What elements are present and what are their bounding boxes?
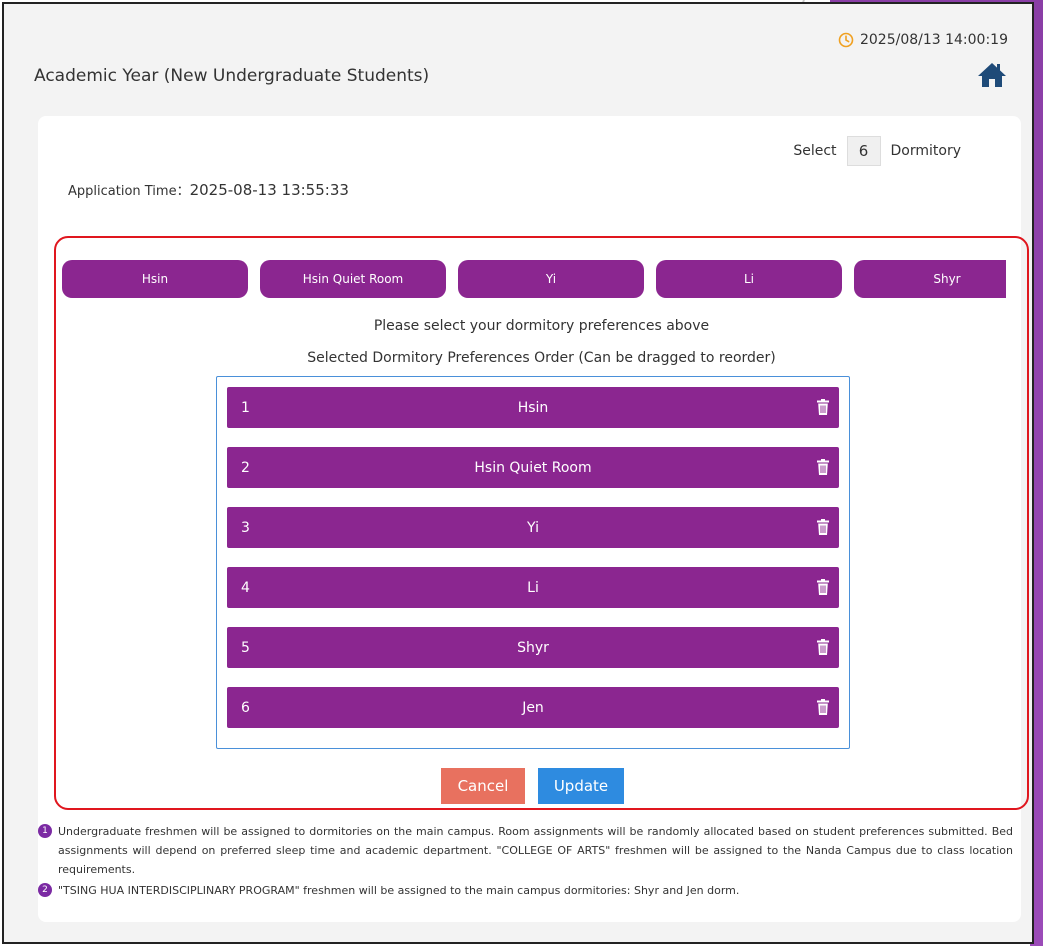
- dorm-option-li[interactable]: Li: [656, 260, 842, 298]
- application-card: Select 6 Dormitory Application Time：2025…: [38, 116, 1029, 922]
- trash-icon[interactable]: [817, 399, 829, 415]
- preference-item[interactable]: 1 Hsin: [227, 387, 839, 428]
- note-item: 2 "TSING HUA INTERDISCIPLINARY PROGRAM" …: [38, 881, 1013, 900]
- trash-icon[interactable]: [817, 699, 829, 715]
- notes-section: 1 Undergraduate freshmen will be assigne…: [38, 822, 1013, 900]
- preference-name: Hsin Quiet Room: [474, 459, 592, 476]
- preference-rank: 1: [241, 399, 250, 416]
- dorm-count-value: 6: [846, 136, 881, 166]
- trash-icon[interactable]: [817, 579, 829, 595]
- preference-name: Li: [527, 579, 539, 596]
- application-time: Application Time：2025-08-13 13:55:33: [68, 180, 349, 199]
- application-time-label: Application Time：: [68, 184, 190, 199]
- preference-rank: 3: [241, 519, 250, 536]
- preference-item[interactable]: 2 Hsin Quiet Room: [227, 447, 839, 488]
- trash-icon[interactable]: [817, 459, 829, 475]
- preference-name: Shyr: [517, 639, 549, 656]
- preference-item[interactable]: 4 Li: [227, 567, 839, 608]
- dorm-option-hsin[interactable]: Hsin: [62, 260, 248, 298]
- number-badge-icon: 2: [38, 883, 52, 897]
- trash-icon[interactable]: [817, 639, 829, 655]
- preference-item[interactable]: 5 Shyr: [227, 627, 839, 668]
- dorm-option-yi[interactable]: Yi: [458, 260, 644, 298]
- note-item: 1 Undergraduate freshmen will be assigne…: [38, 822, 1013, 879]
- preference-rank: 6: [241, 699, 250, 716]
- update-button[interactable]: Update: [538, 768, 624, 804]
- dorm-option-list: Hsin Hsin Quiet Room Yi Li Shyr: [62, 260, 1006, 300]
- dorm-option-hsin-quiet-room[interactable]: Hsin Quiet Room: [260, 260, 446, 298]
- application-time-value: 2025-08-13 13:55:33: [189, 181, 349, 199]
- server-time-text: 2025/08/13 14:00:19: [859, 32, 1008, 48]
- order-hint: Selected Dormitory Preferences Order (Ca…: [307, 350, 776, 366]
- app-frame: 2025/08/13 14:00:19 Academic Year (New U…: [2, 2, 1034, 944]
- select-hint: Please select your dormitory preferences…: [373, 318, 710, 334]
- server-time: 2025/08/13 14:00:19: [838, 32, 1008, 48]
- preference-order-list: 1 Hsin 2 Hsin Quiet Room 3 Yi 4 Li 5 Shy…: [216, 376, 850, 749]
- dorm-count-selector: Select 6 Dormitory: [793, 136, 961, 166]
- preference-rank: 4: [241, 579, 250, 596]
- note-text: Undergraduate freshmen will be assigned …: [58, 825, 1013, 876]
- select-label: Select: [793, 143, 837, 159]
- page-title: Academic Year (New Undergraduate Student…: [34, 66, 430, 86]
- preference-item[interactable]: 6 Jen: [227, 687, 839, 728]
- preference-item[interactable]: 3 Yi: [227, 507, 839, 548]
- preference-rank: 5: [241, 639, 250, 656]
- clock-icon: [838, 32, 854, 48]
- home-icon[interactable]: [976, 60, 1008, 90]
- preference-rank: 2: [241, 459, 250, 476]
- dormitory-label: Dormitory: [890, 143, 961, 159]
- dorm-option-shyr[interactable]: Shyr: [854, 260, 1006, 298]
- preference-name: Yi: [527, 519, 539, 536]
- preference-name: Hsin: [517, 399, 549, 416]
- number-badge-icon: 1: [38, 824, 52, 838]
- note-text: "TSING HUA INTERDISCIPLINARY PROGRAM" fr…: [58, 884, 740, 897]
- preference-name: Jen: [522, 699, 544, 716]
- cancel-button[interactable]: Cancel: [441, 768, 525, 804]
- trash-icon[interactable]: [817, 519, 829, 535]
- dorm-preference-panel: Hsin Hsin Quiet Room Yi Li Shyr Please s…: [54, 236, 1029, 810]
